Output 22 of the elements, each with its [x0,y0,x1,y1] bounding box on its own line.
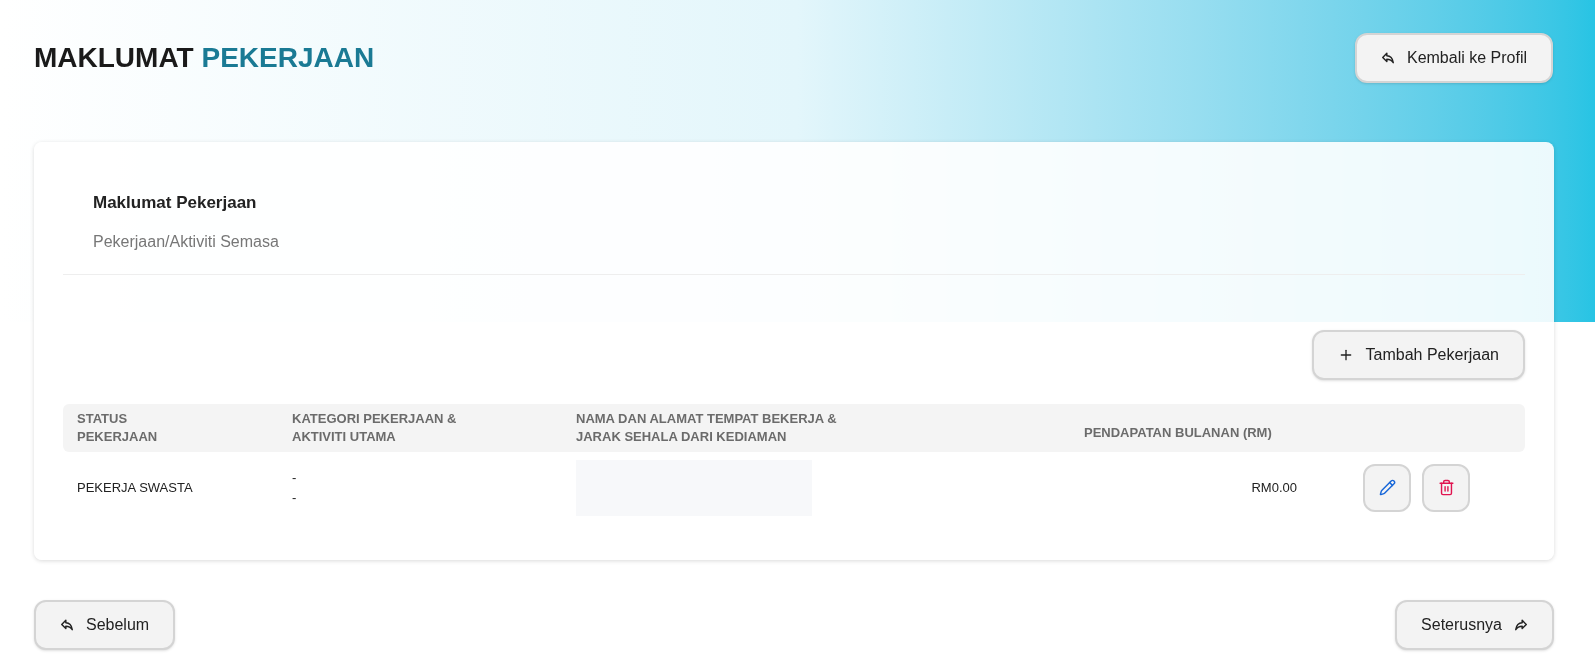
next-button[interactable]: Seterusnya [1395,600,1554,650]
forward-arrow-icon [1514,618,1528,632]
column-header: STATUS PEKERJAAN [77,409,159,446]
back-to-profile-button[interactable]: Kembali ke Profil [1354,33,1553,83]
section-title: Maklumat Pekerjaan [93,192,258,214]
table-cell-text: PEKERJA SWASTA [77,478,194,497]
edit-button[interactable] [1363,463,1411,512]
table-cell-text: - [292,488,298,507]
back-arrow-icon [60,618,74,632]
pencil-icon [1378,479,1396,496]
delete-button[interactable] [1422,463,1470,512]
page-title: MAKLUMAT PEKERJAAN [34,41,375,75]
section-subtitle: Pekerjaan/Aktiviti Semasa [93,231,280,252]
table-cell-text: RM0.00 [1250,478,1297,497]
table-cell-text: - [292,468,298,487]
trash-icon [1437,479,1455,496]
previous-button[interactable]: Sebelum [34,600,176,650]
back-arrow-icon [1380,51,1395,65]
column-header: PENDAPATAN BULANAN (RM) [1084,423,1273,442]
column-header: KATEGORI PEKERJAAN & AKTIVITI UTAMA [292,409,458,446]
column-header: NAMA DAN ALAMAT TEMPAT BEKERJA & JARAK SEHALA DARI KEDIAMAN [576,409,838,446]
add-job-button[interactable]: Tambah Pekerjaan [1311,329,1525,380]
